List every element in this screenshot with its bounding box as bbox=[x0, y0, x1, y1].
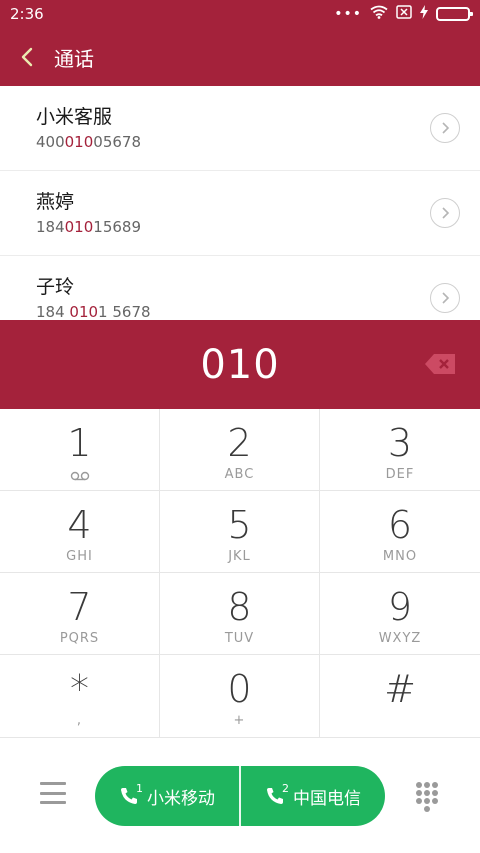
call-sim2-button[interactable]: 2 中国电信 bbox=[241, 766, 385, 826]
contact-detail-button[interactable] bbox=[430, 113, 460, 143]
sim-slot-number: 1 bbox=[136, 782, 143, 795]
call-sim2-label: 中国电信 bbox=[293, 788, 361, 809]
chevron-right-icon bbox=[442, 122, 450, 134]
key-8[interactable]: 8 TUV bbox=[160, 573, 320, 655]
key-hash[interactable]: # bbox=[320, 655, 480, 738]
backspace-icon bbox=[425, 354, 455, 374]
charging-icon bbox=[420, 5, 428, 23]
number-suffix: 15689 bbox=[93, 218, 141, 236]
key-digit: # bbox=[384, 667, 416, 711]
key-digit: 0 bbox=[227, 667, 252, 711]
key-5[interactable]: 5 JKL bbox=[160, 491, 320, 573]
contact-result-item[interactable]: 燕婷 18401015689 bbox=[0, 171, 480, 256]
contact-number: 184 0101 5678 bbox=[36, 303, 430, 320]
phone-sim1-icon: 1 bbox=[119, 782, 143, 806]
key-digit: 9 bbox=[387, 585, 413, 629]
number-match-highlight: 010 bbox=[64, 133, 94, 151]
key-1[interactable]: 1 bbox=[0, 409, 160, 491]
menu-icon[interactable] bbox=[40, 782, 66, 804]
chevron-right-icon bbox=[442, 207, 450, 219]
key-digit: 3 bbox=[387, 421, 413, 465]
key-digit: 7 bbox=[67, 585, 92, 629]
key-0[interactable]: 0 + bbox=[160, 655, 320, 738]
contact-name: 子玲 bbox=[36, 276, 75, 298]
dual-sim-call-buttons: 1 小米移动 2 中国电信 bbox=[95, 766, 385, 826]
contact-name: 燕婷 bbox=[36, 191, 75, 213]
contact-info: 燕婷 18401015689 bbox=[36, 190, 430, 236]
contact-info: 小米客服 40001005678 bbox=[36, 105, 430, 151]
bottom-action-bar: 1 小米移动 2 中国电信 bbox=[0, 738, 480, 853]
dialed-number-display: 010 bbox=[0, 320, 480, 409]
status-icons: ••• bbox=[334, 5, 473, 23]
contact-number: 18401015689 bbox=[36, 218, 430, 236]
key-letters: GHI bbox=[66, 549, 93, 564]
key-letters: , bbox=[76, 713, 83, 728]
key-3[interactable]: 3 DEF bbox=[320, 409, 480, 491]
key-letters: ABC bbox=[224, 467, 255, 482]
key-digit: 8 bbox=[227, 585, 252, 629]
back-button[interactable] bbox=[0, 28, 54, 86]
contact-detail-button[interactable] bbox=[430, 283, 460, 313]
dialed-digits: 010 bbox=[200, 341, 280, 388]
key-digit: * bbox=[70, 667, 89, 711]
number-match-highlight: 010 bbox=[69, 303, 99, 320]
key-letters: WXYZ bbox=[378, 631, 422, 646]
key-4[interactable]: 4 GHI bbox=[0, 491, 160, 573]
contact-results-list: 小米客服 40001005678 燕婷 18401015689 子玲 184 0… bbox=[0, 86, 480, 320]
dialer-screen: 2:36 ••• 通话 小米客服 40001005678 燕婷 18401015… bbox=[0, 0, 480, 853]
key-star[interactable]: * , bbox=[0, 655, 160, 738]
key-digit: 4 bbox=[67, 503, 92, 547]
key-6[interactable]: 6 MNO bbox=[320, 491, 480, 573]
contact-result-item[interactable]: 子玲 184 0101 5678 bbox=[0, 256, 480, 320]
contact-result-item[interactable]: 小米客服 40001005678 bbox=[0, 86, 480, 171]
contact-info: 子玲 184 0101 5678 bbox=[36, 275, 430, 320]
number-prefix: 184 bbox=[36, 303, 70, 320]
chevron-right-icon bbox=[442, 292, 450, 304]
contact-name: 小米客服 bbox=[36, 106, 113, 128]
number-match-highlight: 010 bbox=[64, 218, 94, 236]
sim-slot-number: 2 bbox=[282, 782, 289, 795]
phone-sim2-icon: 2 bbox=[265, 782, 289, 806]
battery-icon bbox=[436, 7, 473, 21]
key-letters: MNO bbox=[382, 549, 418, 564]
app-bar: 通话 bbox=[0, 28, 480, 86]
call-buttons-divider bbox=[239, 766, 241, 826]
number-suffix: 1 5678 bbox=[98, 303, 151, 320]
contact-detail-button[interactable] bbox=[430, 198, 460, 228]
number-suffix: 05678 bbox=[93, 133, 141, 151]
key-9[interactable]: 9 WXYZ bbox=[320, 573, 480, 655]
dialpad-toggle-icon[interactable] bbox=[416, 782, 438, 812]
key-letters: + bbox=[233, 713, 246, 728]
no-sim-icon bbox=[396, 5, 412, 23]
call-sim1-label: 小米移动 bbox=[147, 788, 215, 809]
key-letters: DEF bbox=[385, 467, 415, 482]
key-digit: 1 bbox=[67, 421, 92, 465]
backspace-button[interactable] bbox=[424, 350, 456, 378]
key-letters: TUV bbox=[224, 631, 255, 646]
key-digit: 5 bbox=[227, 503, 252, 547]
dial-keypad: 1 2 ABC 3 DEF 4 GHI 5 JKL 6 MNO 7 PQRS 8… bbox=[0, 409, 480, 738]
call-sim1-button[interactable]: 1 小米移动 bbox=[95, 766, 239, 826]
key-digit: 2 bbox=[227, 421, 252, 465]
number-prefix: 400 bbox=[36, 133, 65, 151]
status-bar: 2:36 ••• bbox=[0, 0, 480, 28]
status-time: 2:36 bbox=[10, 5, 44, 23]
page-title: 通话 bbox=[54, 46, 94, 71]
key-letters: PQRS bbox=[59, 631, 100, 646]
contact-number: 40001005678 bbox=[36, 133, 430, 151]
key-digit: 6 bbox=[387, 503, 413, 547]
more-notifications-icon: ••• bbox=[334, 6, 362, 22]
voicemail-icon bbox=[70, 469, 90, 483]
key-7[interactable]: 7 PQRS bbox=[0, 573, 160, 655]
key-2[interactable]: 2 ABC bbox=[160, 409, 320, 491]
key-letters: JKL bbox=[228, 549, 251, 564]
number-prefix: 184 bbox=[36, 218, 65, 236]
wifi-icon bbox=[370, 5, 388, 23]
chevron-left-icon bbox=[21, 47, 33, 67]
